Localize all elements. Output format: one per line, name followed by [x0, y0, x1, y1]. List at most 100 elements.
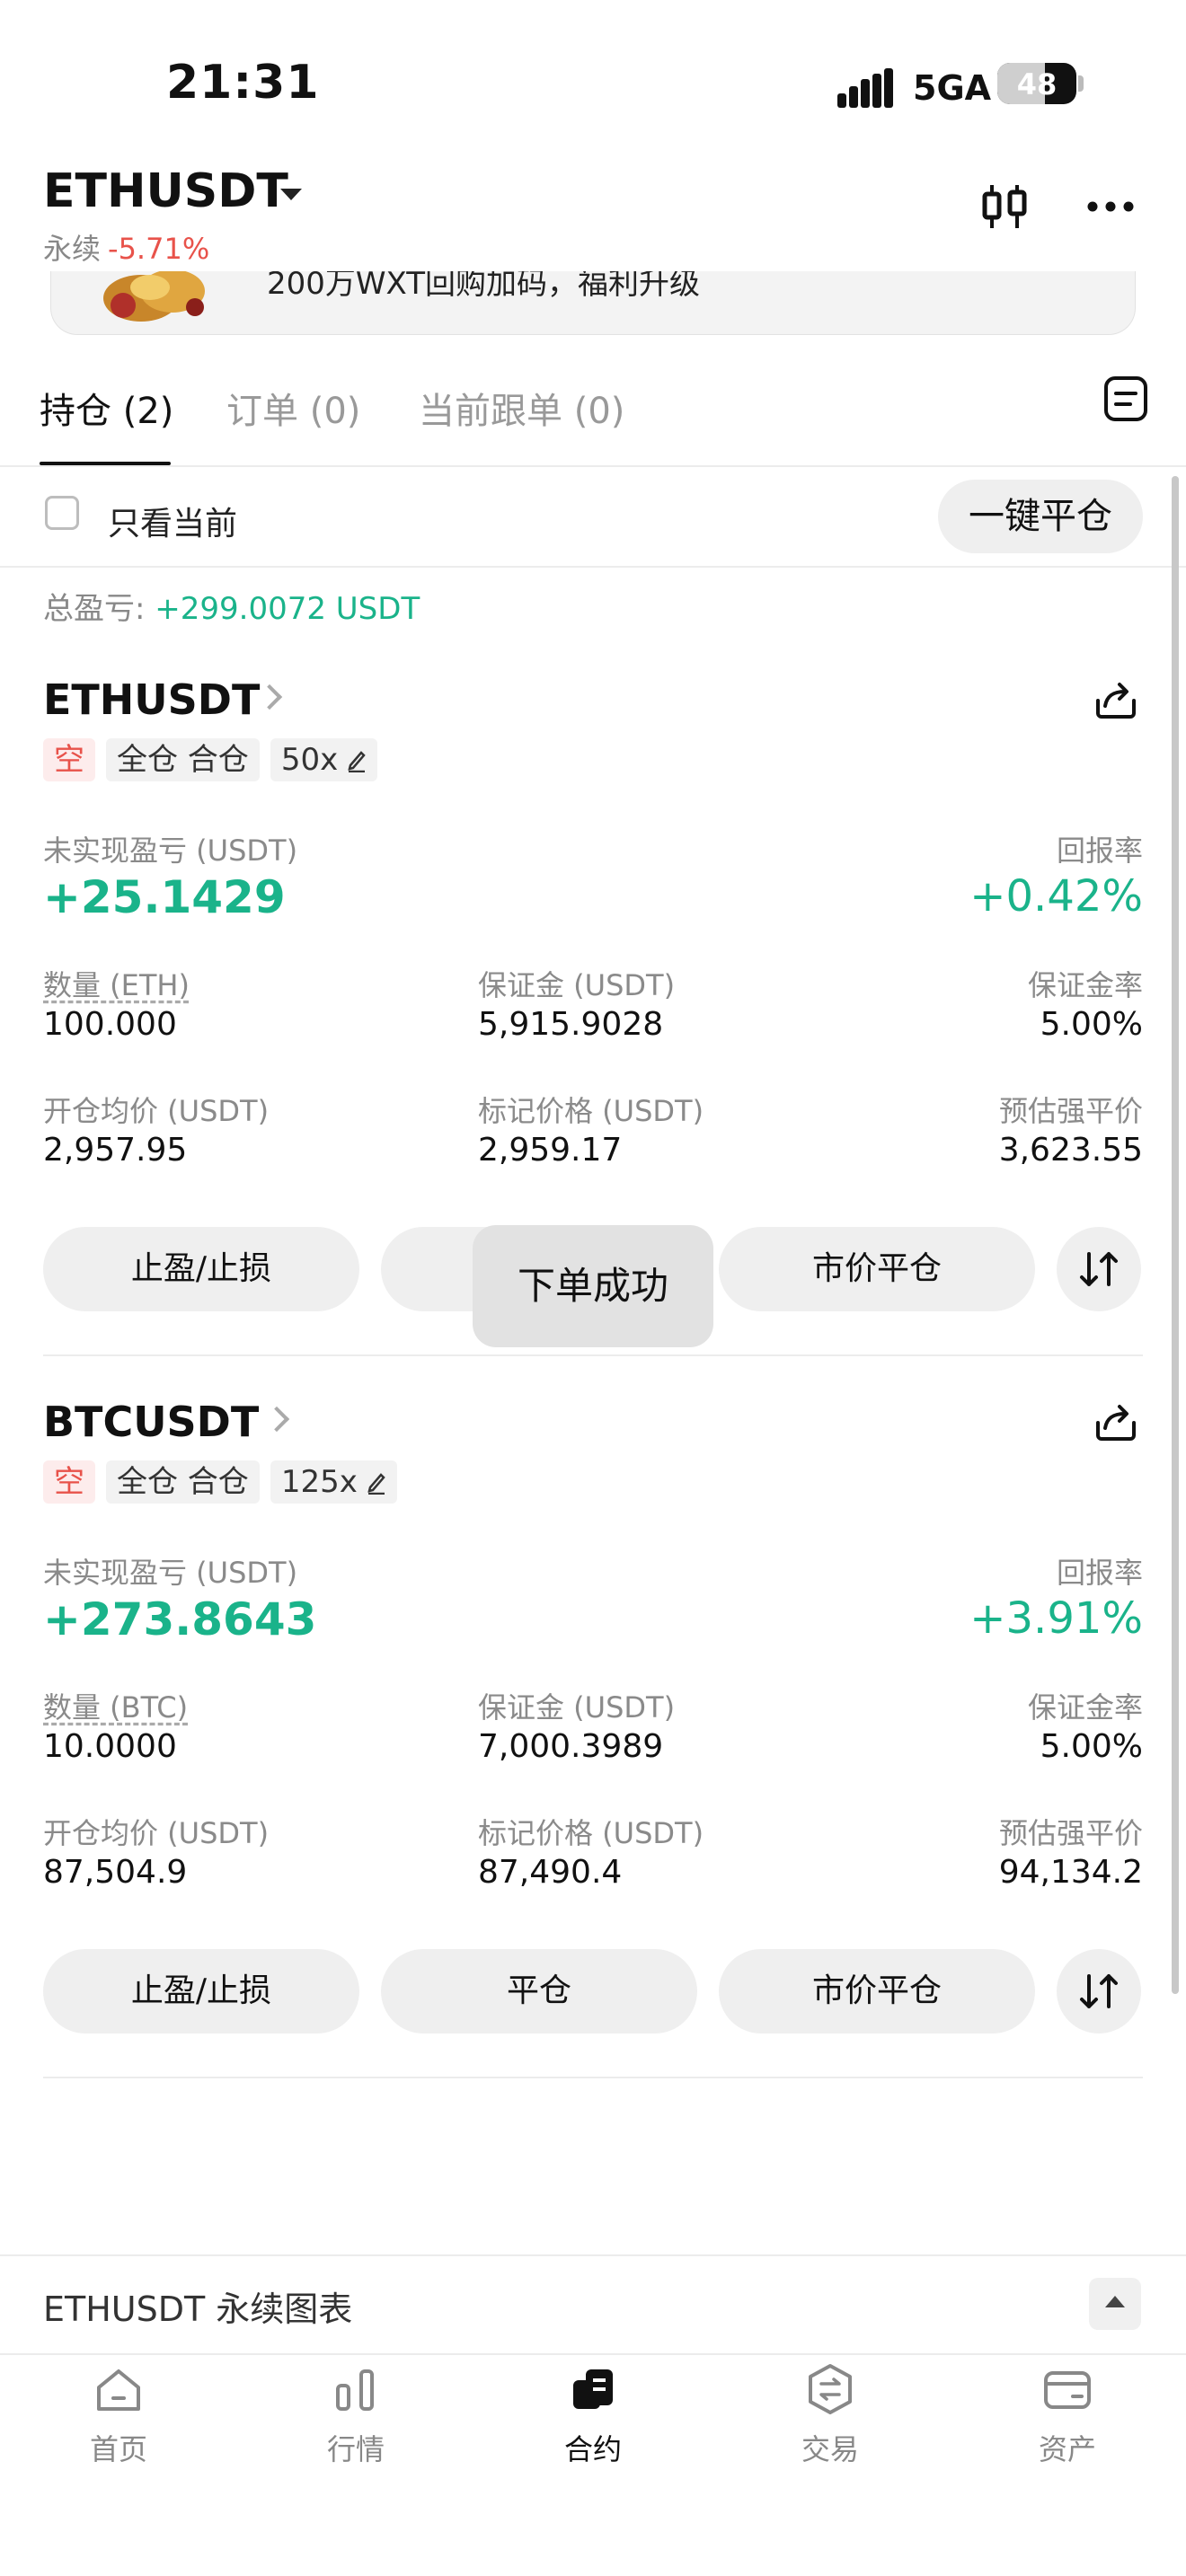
price-change: -5.71%	[108, 232, 210, 266]
entry-price-value: 87,504.9	[43, 1854, 188, 1891]
close-position-button[interactable]: 平仓	[381, 1949, 697, 2033]
scrollbar[interactable]	[1172, 476, 1179, 1994]
only-current-checkbox[interactable]	[45, 496, 79, 530]
position-card: BTCUSDT 空 全仓 合仓 125x 未实现盈亏 (USDT) +273.8…	[0, 1398, 1186, 2116]
filter-divider	[0, 566, 1186, 568]
battery-tip	[1078, 75, 1084, 92]
promo-banner[interactable]: 200万WXT回购加码，福利升级	[50, 271, 1136, 335]
nav-divider	[0, 2353, 1186, 2355]
chevron-right-icon[interactable]	[256, 684, 283, 710]
quantity-value: 10.0000	[43, 1728, 177, 1765]
market-icon	[336, 2369, 374, 2411]
margin-ratio-label: 保证金率	[1027, 968, 1143, 1002]
margin-label: 保证金 (USDT)	[478, 1690, 676, 1725]
position-tags: 空 全仓 合仓 125x	[43, 1460, 397, 1504]
nav-assets[interactable]: 资产	[996, 2360, 1139, 2468]
leverage-badge[interactable]: 50x	[270, 738, 378, 781]
swap-arrows-icon	[1080, 1252, 1118, 1286]
side-badge: 空	[43, 738, 95, 781]
mark-price-value: 87,490.4	[478, 1854, 623, 1891]
swap-arrows-icon	[1080, 1974, 1118, 2008]
futures-icon	[573, 2369, 613, 2409]
banner-text: 200万WXT回购加码，福利升级	[267, 271, 700, 302]
reverse-position-button[interactable]	[1057, 1949, 1141, 2033]
roe-label: 回报率	[1056, 834, 1143, 868]
battery-level: 48	[1016, 67, 1058, 101]
order-success-toast: 下单成功	[473, 1225, 713, 1347]
gold-coins-image	[103, 271, 205, 322]
position-symbol[interactable]: ETHUSDT	[43, 675, 260, 724]
market-close-button[interactable]: 市价平仓	[719, 1227, 1035, 1311]
leverage-value: 50x	[280, 742, 339, 778]
quantity-label[interactable]: 数量 (BTC)	[43, 1685, 188, 1726]
nav-futures[interactable]: 合约	[521, 2360, 665, 2468]
card-divider	[43, 2077, 1143, 2078]
reverse-position-button[interactable]	[1057, 1227, 1141, 1311]
tabs-divider	[0, 465, 1186, 467]
tab-orders[interactable]: 订单 (0)	[226, 382, 360, 434]
more-icon[interactable]	[1085, 198, 1136, 216]
total-pnl-value: +299.0072 USDT	[155, 591, 420, 627]
leverage-value: 125x	[280, 1464, 358, 1500]
entry-price-value: 2,957.95	[43, 1132, 188, 1169]
total-pnl: 总盈亏: +299.0072 USDT	[43, 584, 420, 628]
nav-home[interactable]: 首页	[47, 2360, 190, 2468]
nav-home-label: 首页	[89, 2432, 147, 2466]
signal-icon	[837, 68, 895, 108]
mark-price-label: 标记价格 (USDT)	[478, 1816, 704, 1850]
network-type: 5GA	[913, 68, 992, 108]
tpsl-button[interactable]: 止盈/止损	[43, 1949, 359, 2033]
nav-market-label: 行情	[326, 2432, 385, 2466]
total-pnl-label: 总盈亏:	[43, 591, 155, 627]
mark-price-value: 2,959.17	[478, 1132, 623, 1169]
caret-down-icon[interactable]	[280, 189, 302, 200]
unrealized-pnl-label: 未实现盈亏 (USDT)	[43, 834, 298, 868]
leverage-badge[interactable]: 125x	[270, 1460, 397, 1504]
side-badge: 空	[43, 1460, 95, 1504]
order-history-icon[interactable]	[1103, 375, 1148, 422]
nav-trade[interactable]: 交易	[758, 2360, 902, 2468]
liq-price-value: 3,623.55	[998, 1132, 1143, 1169]
home-icon	[97, 2369, 140, 2411]
edit-icon	[348, 751, 366, 772]
share-icon[interactable]	[1093, 1398, 1139, 1444]
position-symbol[interactable]: BTCUSDT	[43, 1398, 259, 1446]
edit-icon	[367, 1473, 385, 1495]
share-icon[interactable]	[1093, 675, 1139, 722]
contract-type: 永续	[43, 232, 102, 266]
status-time: 21:31	[166, 56, 320, 110]
entry-price-label: 开仓均价 (USDT)	[43, 1094, 270, 1128]
wallet-icon	[1044, 2371, 1091, 2409]
margin-ratio-value: 5.00%	[1040, 1728, 1143, 1765]
margin-value: 7,000.3989	[478, 1728, 664, 1765]
tab-copy-trading[interactable]: 当前跟单 (0)	[419, 382, 624, 434]
unrealized-pnl-value: +25.1429	[43, 871, 286, 923]
candlestick-icon[interactable]	[979, 181, 1030, 232]
unrealized-pnl-value: +273.8643	[43, 1593, 317, 1645]
margin-value: 5,915.9028	[478, 1006, 664, 1043]
chart-bar-label[interactable]: ETHUSDT 永续图表	[43, 2281, 352, 2331]
only-current-label[interactable]: 只看当前	[108, 498, 237, 544]
quantity-value: 100.000	[43, 1006, 177, 1043]
chevron-right-icon[interactable]	[263, 1406, 290, 1433]
tpsl-button[interactable]: 止盈/止损	[43, 1227, 359, 1311]
unrealized-pnl-label: 未实现盈亏 (USDT)	[43, 1556, 298, 1590]
close-all-button[interactable]: 一键平仓	[938, 480, 1143, 553]
margin-mode-badge: 全仓 合仓	[106, 1460, 260, 1504]
roe-value: +0.42%	[969, 871, 1143, 922]
chart-bar-divider	[0, 2254, 1186, 2256]
symbol-title[interactable]: ETHUSDT	[43, 164, 288, 218]
nav-futures-label: 合约	[563, 2432, 622, 2466]
market-close-button[interactable]: 市价平仓	[719, 1949, 1035, 2033]
quantity-label[interactable]: 数量 (ETH)	[43, 963, 190, 1004]
liq-price-value: 94,134.2	[998, 1854, 1143, 1891]
margin-label: 保证金 (USDT)	[478, 968, 676, 1002]
margin-ratio-label: 保证金率	[1027, 1690, 1143, 1725]
roe-label: 回报率	[1056, 1556, 1143, 1590]
tab-positions[interactable]: 持仓 (2)	[40, 382, 173, 434]
battery-icon: 48	[997, 63, 1076, 104]
expand-chart-button[interactable]	[1089, 2278, 1141, 2330]
margin-mode-badge: 全仓 合仓	[106, 738, 260, 781]
entry-price-label: 开仓均价 (USDT)	[43, 1816, 270, 1850]
nav-market[interactable]: 行情	[284, 2360, 428, 2468]
